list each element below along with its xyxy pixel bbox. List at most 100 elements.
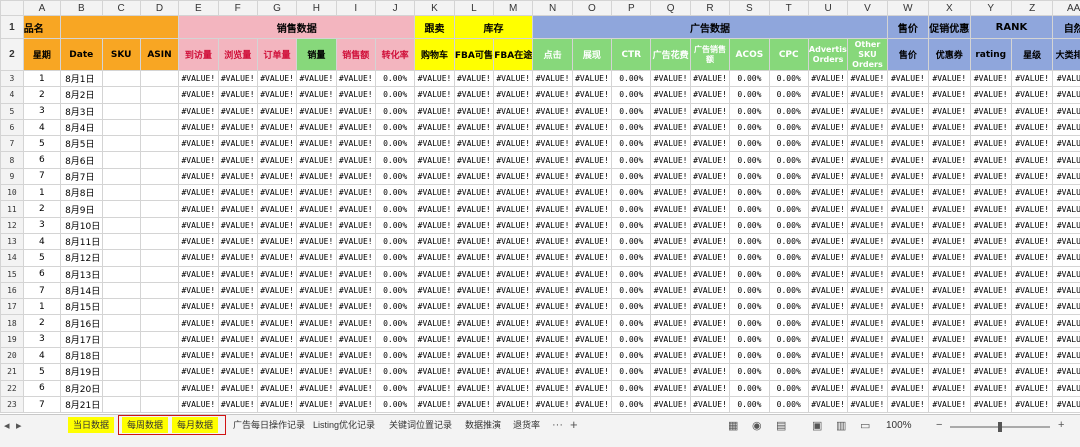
data-cell[interactable]: #VALUE! <box>689 102 731 120</box>
data-cell[interactable]: #VALUE! <box>335 86 376 104</box>
data-cell[interactable]: #VALUE! <box>886 200 930 218</box>
data-cell[interactable]: #VALUE! <box>532 347 573 365</box>
data-cell[interactable]: #VALUE! <box>969 184 1012 202</box>
data-cell[interactable]: #VALUE! <box>928 200 971 218</box>
data-cell[interactable]: #VALUE! <box>532 232 573 251</box>
data-cell[interactable]: #VALUE! <box>650 298 691 316</box>
data-cell[interactable]: #VALUE! <box>928 281 971 300</box>
header-cell[interactable]: 点击 <box>532 38 573 71</box>
data-cell[interactable]: #VALUE! <box>847 363 888 381</box>
data-cell[interactable]: #VALUE! <box>886 330 930 349</box>
data-cell[interactable]: #VALUE! <box>178 167 219 186</box>
data-cell[interactable]: #VALUE! <box>296 330 337 349</box>
data-cell[interactable]: #VALUE! <box>178 151 219 169</box>
header-natural[interactable]: 自然 <box>1052 15 1080 39</box>
sku-cell[interactable] <box>101 118 141 137</box>
data-cell[interactable]: #VALUE! <box>453 298 495 316</box>
data-cell[interactable]: #VALUE! <box>807 69 849 88</box>
header-cell[interactable]: FBA可售 <box>453 38 495 71</box>
data-cell[interactable]: #VALUE! <box>689 379 731 397</box>
row-header[interactable]: 5 <box>0 102 24 120</box>
data-cell[interactable]: #VALUE! <box>807 102 849 120</box>
date-cell[interactable]: 8月5日 <box>60 135 103 153</box>
weekday-cell[interactable]: 3 <box>22 216 62 234</box>
data-cell[interactable]: 0.00% <box>611 135 652 153</box>
weekday-cell[interactable]: 3 <box>22 102 62 120</box>
data-cell[interactable]: #VALUE! <box>296 363 337 381</box>
data-cell[interactable]: #VALUE! <box>532 151 573 169</box>
data-cell[interactable]: #VALUE! <box>571 118 613 137</box>
data-cell[interactable]: 0.00% <box>374 86 416 104</box>
sku-cell[interactable] <box>101 232 141 251</box>
data-cell[interactable]: #VALUE! <box>847 347 888 365</box>
data-cell[interactable]: 0.00% <box>374 363 416 381</box>
sku-cell[interactable] <box>101 298 141 316</box>
normal-view-icon[interactable]: ▣ <box>812 419 822 432</box>
data-cell[interactable]: #VALUE! <box>493 184 534 202</box>
data-cell[interactable]: #VALUE! <box>689 314 731 332</box>
date-cell[interactable]: 8月21日 <box>60 395 103 414</box>
header-cell[interactable]: 销售额 <box>335 38 376 71</box>
date-cell[interactable]: 8月14日 <box>60 281 103 300</box>
data-cell[interactable]: #VALUE! <box>969 232 1012 251</box>
data-cell[interactable]: #VALUE! <box>453 330 495 349</box>
data-cell[interactable]: #VALUE! <box>335 363 376 381</box>
data-cell[interactable]: #VALUE! <box>296 135 337 153</box>
header-rank[interactable]: RANK <box>969 15 1054 39</box>
data-cell[interactable]: #VALUE! <box>217 314 258 332</box>
data-cell[interactable]: 0.00% <box>729 314 770 332</box>
data-cell[interactable]: #VALUE! <box>256 200 298 218</box>
data-cell[interactable]: 0.00% <box>374 69 416 88</box>
row-header[interactable]: 18 <box>0 314 24 332</box>
data-cell[interactable]: #VALUE! <box>847 167 888 186</box>
data-cell[interactable]: #VALUE! <box>453 86 495 104</box>
data-cell[interactable]: #VALUE! <box>689 216 731 234</box>
data-cell[interactable]: #VALUE! <box>414 395 455 414</box>
data-cell[interactable]: 0.00% <box>768 118 809 137</box>
data-cell[interactable]: #VALUE! <box>453 249 495 267</box>
data-cell[interactable]: #VALUE! <box>650 265 691 283</box>
header-buybox[interactable]: 跟卖 <box>414 15 455 39</box>
data-cell[interactable]: 0.00% <box>729 151 770 169</box>
data-cell[interactable]: #VALUE! <box>969 135 1012 153</box>
data-cell[interactable]: 0.00% <box>729 347 770 365</box>
row-header[interactable]: 6 <box>0 118 24 137</box>
data-cell[interactable]: #VALUE! <box>928 232 971 251</box>
data-cell[interactable]: 0.00% <box>768 102 809 120</box>
column-header[interactable]: O <box>571 0 613 16</box>
data-cell[interactable]: #VALUE! <box>969 379 1012 397</box>
data-cell[interactable]: #VALUE! <box>1052 265 1080 283</box>
data-cell[interactable]: #VALUE! <box>969 249 1012 267</box>
data-cell[interactable]: #VALUE! <box>969 216 1012 234</box>
tab-projection[interactable]: 数据推演 <box>460 417 506 433</box>
zoom-level[interactable]: 100% <box>886 420 912 431</box>
date-cell[interactable]: 8月13日 <box>60 265 103 283</box>
data-cell[interactable]: 0.00% <box>729 200 770 218</box>
sku-cell[interactable] <box>101 347 141 365</box>
data-cell[interactable]: #VALUE! <box>807 249 849 267</box>
add-sheet-icon[interactable]: + <box>570 417 578 432</box>
data-cell[interactable]: #VALUE! <box>969 281 1012 300</box>
data-cell[interactable]: #VALUE! <box>571 216 613 234</box>
data-cell[interactable]: #VALUE! <box>414 281 455 300</box>
data-cell[interactable]: #VALUE! <box>414 314 455 332</box>
data-cell[interactable]: 0.00% <box>611 118 652 137</box>
data-cell[interactable]: #VALUE! <box>886 249 930 267</box>
data-cell[interactable]: #VALUE! <box>414 151 455 169</box>
data-cell[interactable]: #VALUE! <box>335 102 376 120</box>
data-cell[interactable]: 0.00% <box>729 102 770 120</box>
data-cell[interactable]: #VALUE! <box>928 184 971 202</box>
data-cell[interactable]: 0.00% <box>768 395 809 414</box>
sku-cell[interactable] <box>101 69 141 88</box>
zoom-out-icon[interactable]: − <box>936 419 942 431</box>
column-header[interactable]: G <box>256 0 298 16</box>
data-cell[interactable]: #VALUE! <box>296 379 337 397</box>
data-cell[interactable]: #VALUE! <box>178 184 219 202</box>
data-cell[interactable]: #VALUE! <box>689 184 731 202</box>
data-cell[interactable]: #VALUE! <box>493 363 534 381</box>
data-cell[interactable]: #VALUE! <box>256 298 298 316</box>
column-header[interactable]: F <box>217 0 258 16</box>
data-cell[interactable]: #VALUE! <box>178 249 219 267</box>
header-cell[interactable]: 广告花费 <box>650 38 691 71</box>
data-cell[interactable]: 0.00% <box>768 347 809 365</box>
